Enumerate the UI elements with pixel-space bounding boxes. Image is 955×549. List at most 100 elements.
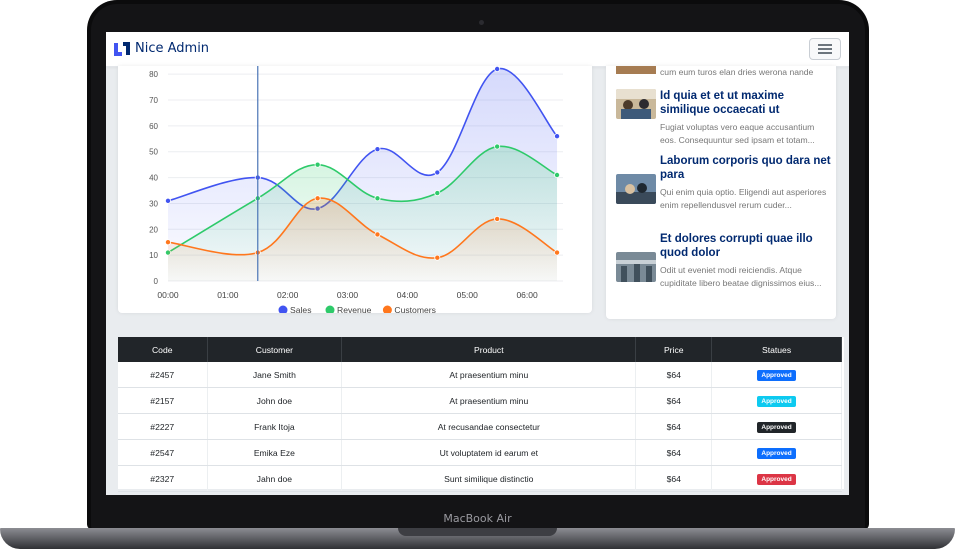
data-point [494, 215, 501, 222]
column-header-product[interactable]: Product [341, 337, 637, 362]
data-point [494, 143, 501, 150]
status-badge: Approved [757, 447, 796, 459]
top-header: Nice Admin [106, 32, 849, 67]
cell-status: Approved [711, 362, 842, 388]
news-text: Qui enim quia optio. Eligendi aut asperi… [660, 187, 827, 210]
cell-product: At recusandae consectetur [341, 413, 637, 440]
data-point [494, 66, 501, 72]
cell-price: $64 [635, 465, 713, 492]
data-point [165, 197, 172, 204]
cell-customer: Jane Smith [207, 362, 343, 388]
y-tick-label: 80 [149, 70, 158, 79]
cell-product: At praesentium minu [341, 362, 637, 388]
data-point [374, 231, 381, 238]
cell-status: Approved [711, 439, 842, 466]
cell-price: $64 [635, 387, 713, 414]
x-tick-label: 03:00 [337, 290, 359, 300]
table-row[interactable]: #2327 Jahn doe Sunt similique distinctio $6… [118, 465, 842, 492]
x-tick-label: 00:00 [157, 290, 179, 300]
cell-product: At praesentium minu [341, 387, 637, 414]
table-row[interactable]: #2157 John doe At praesentium minu $64 Appro… [118, 387, 842, 414]
hamburger-menu-button[interactable] [809, 38, 841, 60]
data-point [434, 190, 441, 197]
table-header-row: Code Customer Product Price Statues [118, 337, 842, 362]
data-point [314, 161, 321, 168]
camera-icon [479, 20, 484, 25]
legend-marker [325, 305, 335, 313]
data-point [314, 195, 321, 202]
cell-price: $64 [635, 362, 713, 388]
cell-code: #2457 [118, 362, 208, 388]
y-tick-label: 50 [149, 148, 158, 157]
data-point [434, 169, 441, 176]
legend-label: Customers [394, 305, 436, 313]
news-title[interactable]: Laborum corporis quo dara net para [660, 154, 832, 182]
news-partial-text: cum eum turos elan dries werona nande [660, 67, 814, 77]
news-text: Fugiat voluptas vero eaque accusantium e… [660, 122, 815, 145]
orders-table-card: Code Customer Product Price Statues #245… [118, 337, 844, 492]
cell-price: $64 [635, 439, 713, 466]
y-tick-label: 40 [149, 174, 158, 183]
cell-code: #2227 [118, 413, 208, 440]
x-tick-label: 01:00 [217, 290, 239, 300]
data-point [554, 133, 561, 140]
column-header-price[interactable]: Price [635, 337, 713, 362]
cell-customer: Jahn doe [207, 465, 343, 492]
y-tick-label: 20 [149, 225, 158, 234]
data-point [374, 195, 381, 202]
column-header-code[interactable]: Code [118, 337, 208, 362]
cell-product: Ut voluptatem id earum et [341, 439, 637, 466]
reports-line-chart: 0 10 20 30 40 50 60 70 80 00:00 01:00 02:00 03:00 04:… [149, 66, 563, 313]
cell-product: Sunt similique distinctio [341, 465, 637, 492]
y-tick-label: 30 [149, 199, 158, 208]
laptop-hinge-notch [398, 528, 557, 536]
column-header-customer[interactable]: Customer [207, 337, 343, 362]
news-thumbnail [616, 174, 656, 204]
cell-code: #2157 [118, 387, 208, 414]
y-tick-label: 0 [154, 277, 159, 286]
news-text: Odit ut eveniet modi reiciendis. Atque c… [660, 265, 822, 288]
news-title[interactable]: Id quia et et ut maxime similique occaec… [660, 89, 832, 117]
y-tick-label: 10 [149, 251, 158, 260]
data-point [434, 254, 441, 261]
news-title[interactable]: Et dolores corrupti quae illo quod dolor [660, 232, 832, 260]
legend-label: Revenue [337, 305, 372, 313]
x-tick-label: 02:00 [277, 290, 299, 300]
cell-code: #2327 [118, 465, 208, 492]
device-brand-label: MacBook Air [443, 512, 512, 525]
cell-status: Approved [711, 413, 842, 440]
logo-icon [114, 42, 130, 56]
cell-code: #2547 [118, 439, 208, 466]
cell-status: Approved [711, 465, 842, 492]
status-badge: Approved [757, 369, 796, 381]
news-thumbnail [616, 252, 656, 282]
x-tick-label: 06:00 [516, 290, 538, 300]
status-badge: Approved [757, 473, 796, 485]
reports-chart-card: 0 10 20 30 40 50 60 70 80 00:00 01:00 02:00 03:00 04:… [118, 66, 592, 313]
x-tick-label: 05:00 [457, 290, 479, 300]
y-tick-label: 60 [149, 122, 158, 131]
news-thumb-partial [616, 66, 656, 74]
legend-label: Sales [290, 305, 312, 313]
table-row[interactable]: #2547 Emika Eze Ut voluptatem id earum et $… [118, 439, 842, 466]
cell-status: Approved [711, 387, 842, 414]
data-point [554, 172, 561, 179]
news-thumbnail [616, 89, 656, 119]
orders-table: Code Customer Product Price Statues #245… [118, 337, 842, 492]
cell-customer: Emika Eze [207, 439, 343, 466]
table-row[interactable]: #2227 Frank Itoja At recusandae consectetu… [118, 413, 842, 440]
app-name[interactable]: Nice Admin [135, 41, 209, 56]
y-tick-label: 70 [149, 96, 158, 105]
column-header-status[interactable]: Statues [711, 337, 842, 362]
legend-marker [382, 305, 392, 313]
x-tick-label: 04:00 [397, 290, 419, 300]
cell-customer: John doe [207, 387, 343, 414]
data-point [554, 249, 561, 256]
cell-customer: Frank Itoja [207, 413, 343, 440]
status-badge: Approved [757, 395, 796, 407]
cell-price: $64 [635, 413, 713, 440]
status-badge: Approved [757, 421, 796, 433]
table-row[interactable]: #2457 Jane Smith At praesentium minu $64 App… [118, 362, 842, 388]
data-point [374, 146, 381, 153]
laptop-screen: Nice Admin 0 10 20 30 40 50 60 70 80 00:00 01:00 02… [106, 32, 849, 495]
